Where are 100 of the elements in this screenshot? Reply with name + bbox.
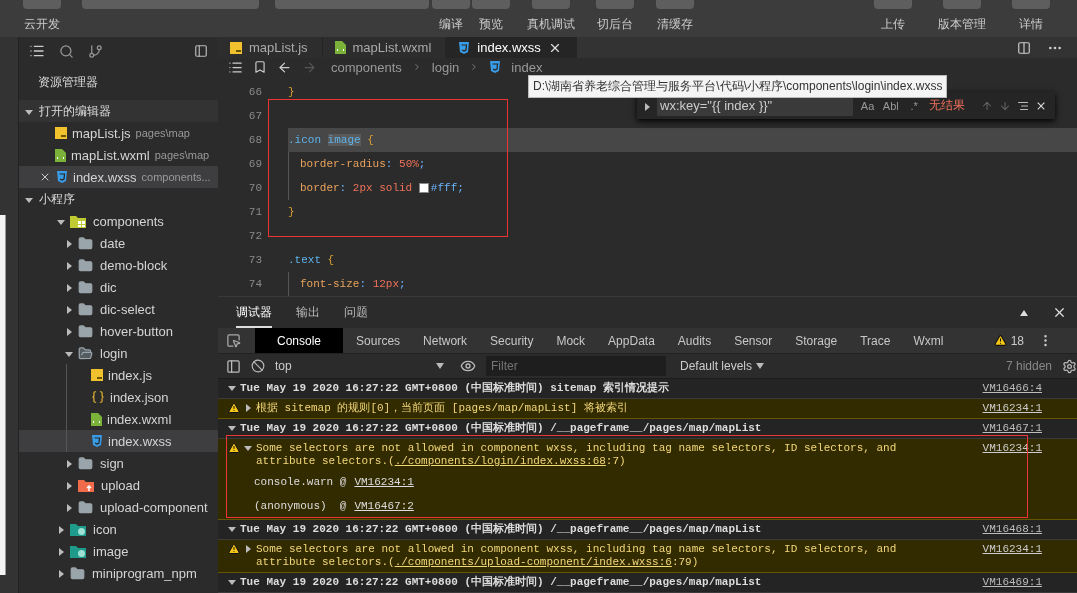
devtools-tab[interactable]: Mock	[546, 328, 596, 354]
branch-icon[interactable]	[88, 43, 103, 59]
bookmark-icon[interactable]	[253, 60, 267, 75]
toolbar-button[interactable]: 详情	[1011, 0, 1051, 33]
editor-tab[interactable]: mapList.wxml	[322, 37, 447, 59]
editor-tab[interactable]: index.wxss	[446, 37, 577, 59]
split-editor-icon[interactable]	[1017, 40, 1031, 55]
caret-right-icon[interactable]	[65, 262, 73, 270]
section-header[interactable]: 打开的编辑器	[19, 100, 218, 122]
console-group[interactable]: Tue May 19 2020 16:27:22 GMT+0800 (中国标准时间) sitemap 索引情况提示 VM16466:4	[218, 379, 1077, 399]
caret-down-icon[interactable]	[25, 108, 33, 116]
caret-down-icon[interactable]	[57, 218, 65, 226]
toolbar-button[interactable]: 云开发	[22, 0, 62, 33]
file-tree-item[interactable]: upload-component	[19, 496, 218, 518]
file-tree-item[interactable]: login	[19, 342, 218, 364]
file-tree-item[interactable]: index.json	[19, 386, 218, 408]
file-tree-item[interactable]: index.wxss	[19, 430, 218, 452]
caret-down-icon[interactable]	[25, 196, 33, 204]
close-icon[interactable]	[1052, 305, 1067, 320]
toolbar-button[interactable]: 编译	[431, 0, 471, 33]
devtools-tab[interactable]: Storage	[785, 328, 848, 354]
file-tree-item[interactable]: image	[19, 540, 218, 562]
source-link[interactable]: VM16466:4	[982, 379, 1042, 398]
settings-icon[interactable]	[1062, 358, 1077, 374]
caret-down-icon[interactable]	[228, 424, 236, 432]
file-tree-item[interactable]: miniprogram_npm	[19, 562, 218, 584]
source-link[interactable]: VM16468:1	[982, 520, 1042, 539]
file-tree-item[interactable]: index.js	[19, 364, 218, 386]
outline-icon[interactable]	[228, 59, 243, 75]
console-group[interactable]: Tue May 19 2020 16:27:22 GMT+0800 (中国标准时间) /__pageframe__/pages/map/mapList VM16468:1	[218, 520, 1077, 540]
toolbar-button[interactable]: 上传	[873, 0, 913, 33]
caret-down-icon[interactable]	[228, 578, 236, 586]
panel-tab[interactable]: 问题	[344, 297, 368, 328]
caret-right-icon[interactable]	[244, 545, 252, 553]
caret-right-icon[interactable]	[65, 240, 73, 248]
filter-field[interactable]: Filter	[486, 356, 666, 377]
devtools-tab[interactable]: Console	[255, 328, 344, 354]
file-tree-item[interactable]: date	[19, 232, 218, 254]
source-link[interactable]: VM16469:1	[982, 573, 1042, 592]
console-group[interactable]: Tue May 19 2020 16:27:22 GMT+0800 (中国标准时间) /__pageframe__/pages/map/mapList VM16469:1	[218, 573, 1077, 593]
stack-link[interactable]: VM16467:2	[354, 500, 414, 512]
caret-down-icon[interactable]	[65, 350, 73, 358]
devtools-tab[interactable]: Trace	[850, 328, 901, 354]
caret-right-icon[interactable]	[244, 404, 252, 412]
open-editor-item[interactable]: mapList.js pages\map	[19, 122, 218, 144]
toolbar-button[interactable]: 预览	[471, 0, 511, 33]
file-tree-item[interactable]: hover-button	[19, 320, 218, 342]
caret-right-icon[interactable]	[65, 460, 73, 468]
sidebar-toggle-icon[interactable]	[226, 358, 241, 374]
caret-right-icon[interactable]	[65, 504, 73, 512]
editor-tab[interactable]: mapList.js	[218, 37, 323, 59]
source-link[interactable]: VM16234:1	[982, 540, 1042, 572]
collapse-panel-icon[interactable]	[194, 44, 208, 58]
breadcrumb-item[interactable]: index	[511, 59, 543, 75]
file-tree-item[interactable]: dic-select	[19, 298, 218, 320]
breadcrumb-item[interactable]: components	[331, 59, 402, 75]
clear-console-icon[interactable]	[251, 359, 265, 374]
context-select[interactable]: top	[275, 359, 450, 374]
file-tree-item[interactable]: icon	[19, 518, 218, 540]
devtools-tab[interactable]: Sensor	[724, 328, 783, 354]
file-tree-item[interactable]: demo-block	[19, 254, 218, 276]
caret-right-icon[interactable]	[57, 526, 65, 534]
warning-count[interactable]: 18	[993, 333, 1024, 348]
caret-down-icon[interactable]	[228, 525, 236, 533]
source-link[interactable]: VM16467:1	[982, 419, 1042, 438]
open-editor-item[interactable]: mapList.wxml pages\map	[19, 144, 218, 166]
inspect-icon[interactable]	[226, 333, 241, 349]
devtools-tab[interactable]: AppData	[598, 328, 665, 354]
caret-right-icon[interactable]	[57, 548, 65, 556]
caret-right-icon[interactable]	[65, 284, 73, 292]
stack-link[interactable]: VM16234:1	[354, 476, 414, 488]
file-tree-item[interactable]: upload	[19, 474, 218, 496]
console-group[interactable]: Tue May 19 2020 16:27:22 GMT+0800 (中国标准时间) /__pageframe__/pages/map/mapList VM16467:1	[218, 419, 1077, 439]
close-icon[interactable]	[39, 171, 51, 183]
maximize-icon[interactable]	[1020, 309, 1028, 316]
find-option[interactable]: Aa	[858, 99, 877, 112]
color-swatch[interactable]	[418, 183, 429, 193]
back-icon[interactable]	[277, 59, 292, 75]
breadcrumb-item[interactable]: login	[431, 59, 460, 75]
source-link[interactable]: VM16234:1	[982, 399, 1042, 418]
caret-right-icon[interactable]	[65, 306, 73, 314]
file-tree-item[interactable]: sign	[19, 452, 218, 474]
toolbar-button[interactable]: 版本管理	[938, 0, 986, 33]
file-link[interactable]: ./components/login/index.wxss:68	[394, 455, 606, 467]
caret-down-icon[interactable]	[228, 384, 236, 392]
devtools-tab[interactable]: Audits	[667, 328, 722, 354]
open-editor-item[interactable]: index.wxss components...	[19, 166, 218, 188]
file-tree-item[interactable]: components	[19, 210, 218, 232]
search-icon[interactable]	[59, 43, 74, 59]
devtools-tab[interactable]: Sources	[346, 328, 411, 354]
caret-right-icon[interactable]	[57, 570, 65, 578]
caret-right-icon[interactable]	[65, 482, 73, 490]
caret-down-icon[interactable]	[244, 444, 252, 452]
levels-select[interactable]: Default levels	[680, 359, 765, 374]
caret-right-icon[interactable]	[65, 328, 73, 336]
toolbar-button[interactable]: 切后台	[595, 0, 635, 33]
find-option[interactable]: Abl	[882, 99, 900, 112]
panel-tab[interactable]: 输出	[296, 297, 320, 328]
devtools-tab[interactable]: Network	[413, 328, 478, 354]
file-tree-item[interactable]: dic	[19, 276, 218, 298]
